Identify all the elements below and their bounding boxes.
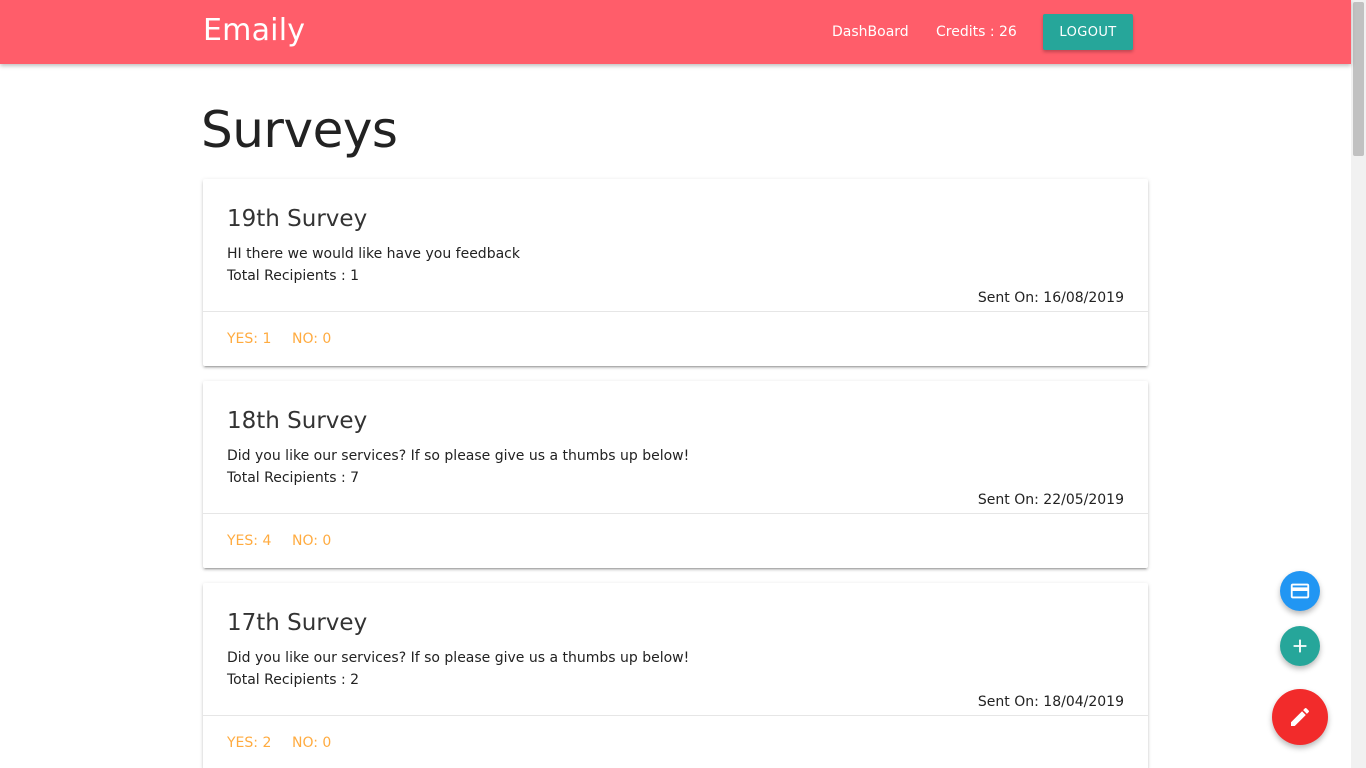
- top-navbar: Emaily DashBoard Credits : 26 LOGOUT: [0, 0, 1351, 64]
- survey-recipients: Total Recipients : 1: [227, 268, 360, 284]
- survey-content: Did you like our services? If so please …: [227, 647, 689, 691]
- survey-body: Did you like our services? If so please …: [227, 448, 690, 464]
- survey-card-action: YES: 1 NO: 0: [203, 311, 1148, 366]
- credits-link[interactable]: Credits : 26: [936, 22, 1017, 42]
- credit-card-icon: [1290, 583, 1310, 599]
- survey-card-action: YES: 4 NO: 0: [203, 513, 1148, 568]
- scrollbar-thumb[interactable]: [1353, 2, 1364, 156]
- survey-sent-date: Sent On: 18/04/2019: [977, 694, 1124, 710]
- no-count-link[interactable]: NO: 0: [292, 733, 331, 753]
- page-title: Surveys: [201, 101, 398, 159]
- add-fab-button[interactable]: [1280, 626, 1320, 666]
- page-scrollbar[interactable]: [1351, 0, 1366, 768]
- survey-sent-date: Sent On: 22/05/2019: [977, 492, 1124, 508]
- survey-card: 18th Survey Did you like our services? I…: [203, 381, 1148, 568]
- dashboard-link[interactable]: DashBoard: [832, 22, 909, 42]
- new-survey-fab-button[interactable]: [1272, 689, 1328, 745]
- survey-recipients: Total Recipients : 7: [227, 470, 360, 486]
- survey-card: 17th Survey Did you like our services? I…: [203, 583, 1148, 768]
- logout-button[interactable]: LOGOUT: [1043, 14, 1133, 50]
- yes-count-link[interactable]: YES: 2: [227, 733, 271, 753]
- survey-body: Did you like our services? If so please …: [227, 650, 690, 666]
- survey-title: 18th Survey: [227, 408, 368, 434]
- survey-recipients: Total Recipients : 2: [227, 672, 360, 688]
- survey-card-action: YES: 2 NO: 0: [203, 715, 1148, 768]
- brand-logo-link[interactable]: Emaily: [203, 13, 305, 49]
- survey-card: 19th Survey HI there we would like have …: [203, 179, 1148, 366]
- no-count-link[interactable]: NO: 0: [292, 329, 331, 349]
- survey-content: HI there we would like have you feedback…: [227, 243, 520, 287]
- pencil-icon: [1291, 707, 1310, 726]
- plus-icon: [1293, 639, 1307, 653]
- survey-title: 17th Survey: [227, 610, 368, 636]
- payments-fab-button[interactable]: [1280, 571, 1320, 611]
- survey-title: 19th Survey: [227, 206, 368, 232]
- no-count-link[interactable]: NO: 0: [292, 531, 331, 551]
- survey-sent-date: Sent On: 16/08/2019: [977, 290, 1124, 306]
- yes-count-link[interactable]: YES: 4: [227, 531, 271, 551]
- yes-count-link[interactable]: YES: 1: [227, 329, 271, 349]
- survey-content: Did you like our services? If so please …: [227, 445, 689, 489]
- survey-body: HI there we would like have you feedback: [227, 246, 520, 262]
